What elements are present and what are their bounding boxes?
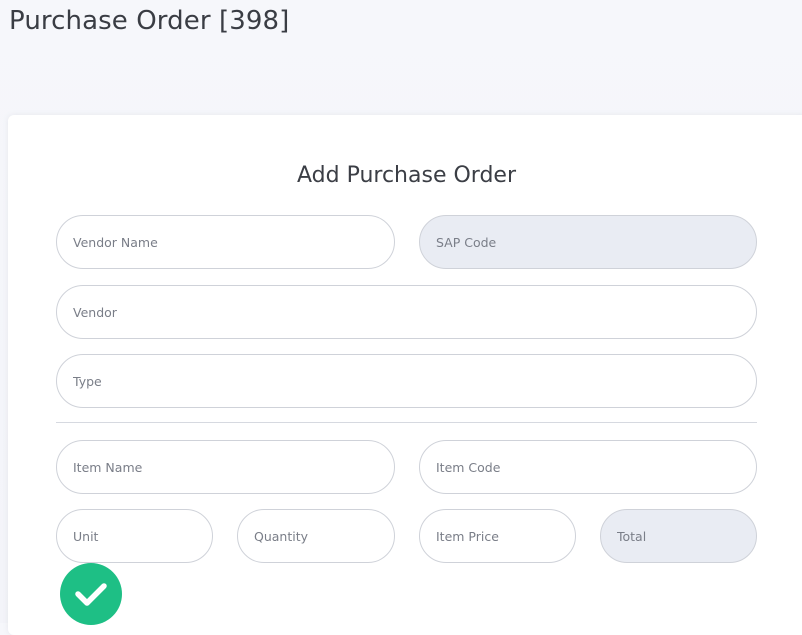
sap-code-field[interactable] bbox=[419, 215, 757, 269]
vendor-field[interactable] bbox=[56, 285, 757, 339]
check-icon bbox=[74, 581, 108, 607]
type-field[interactable] bbox=[56, 354, 757, 408]
quantity-field[interactable] bbox=[237, 509, 395, 563]
page-title: Purchase Order [398] bbox=[9, 6, 290, 36]
item-price-field[interactable] bbox=[419, 509, 576, 563]
vendor-name-field[interactable] bbox=[56, 215, 395, 269]
unit-field[interactable] bbox=[56, 509, 213, 563]
item-name-field[interactable] bbox=[56, 440, 395, 494]
purchase-order-form-card: Add Purchase Order bbox=[8, 115, 802, 635]
form-title: Add Purchase Order bbox=[296, 163, 516, 188]
section-divider bbox=[56, 422, 757, 423]
submit-button[interactable] bbox=[60, 563, 122, 625]
total-field[interactable] bbox=[600, 509, 757, 563]
item-code-field[interactable] bbox=[419, 440, 757, 494]
